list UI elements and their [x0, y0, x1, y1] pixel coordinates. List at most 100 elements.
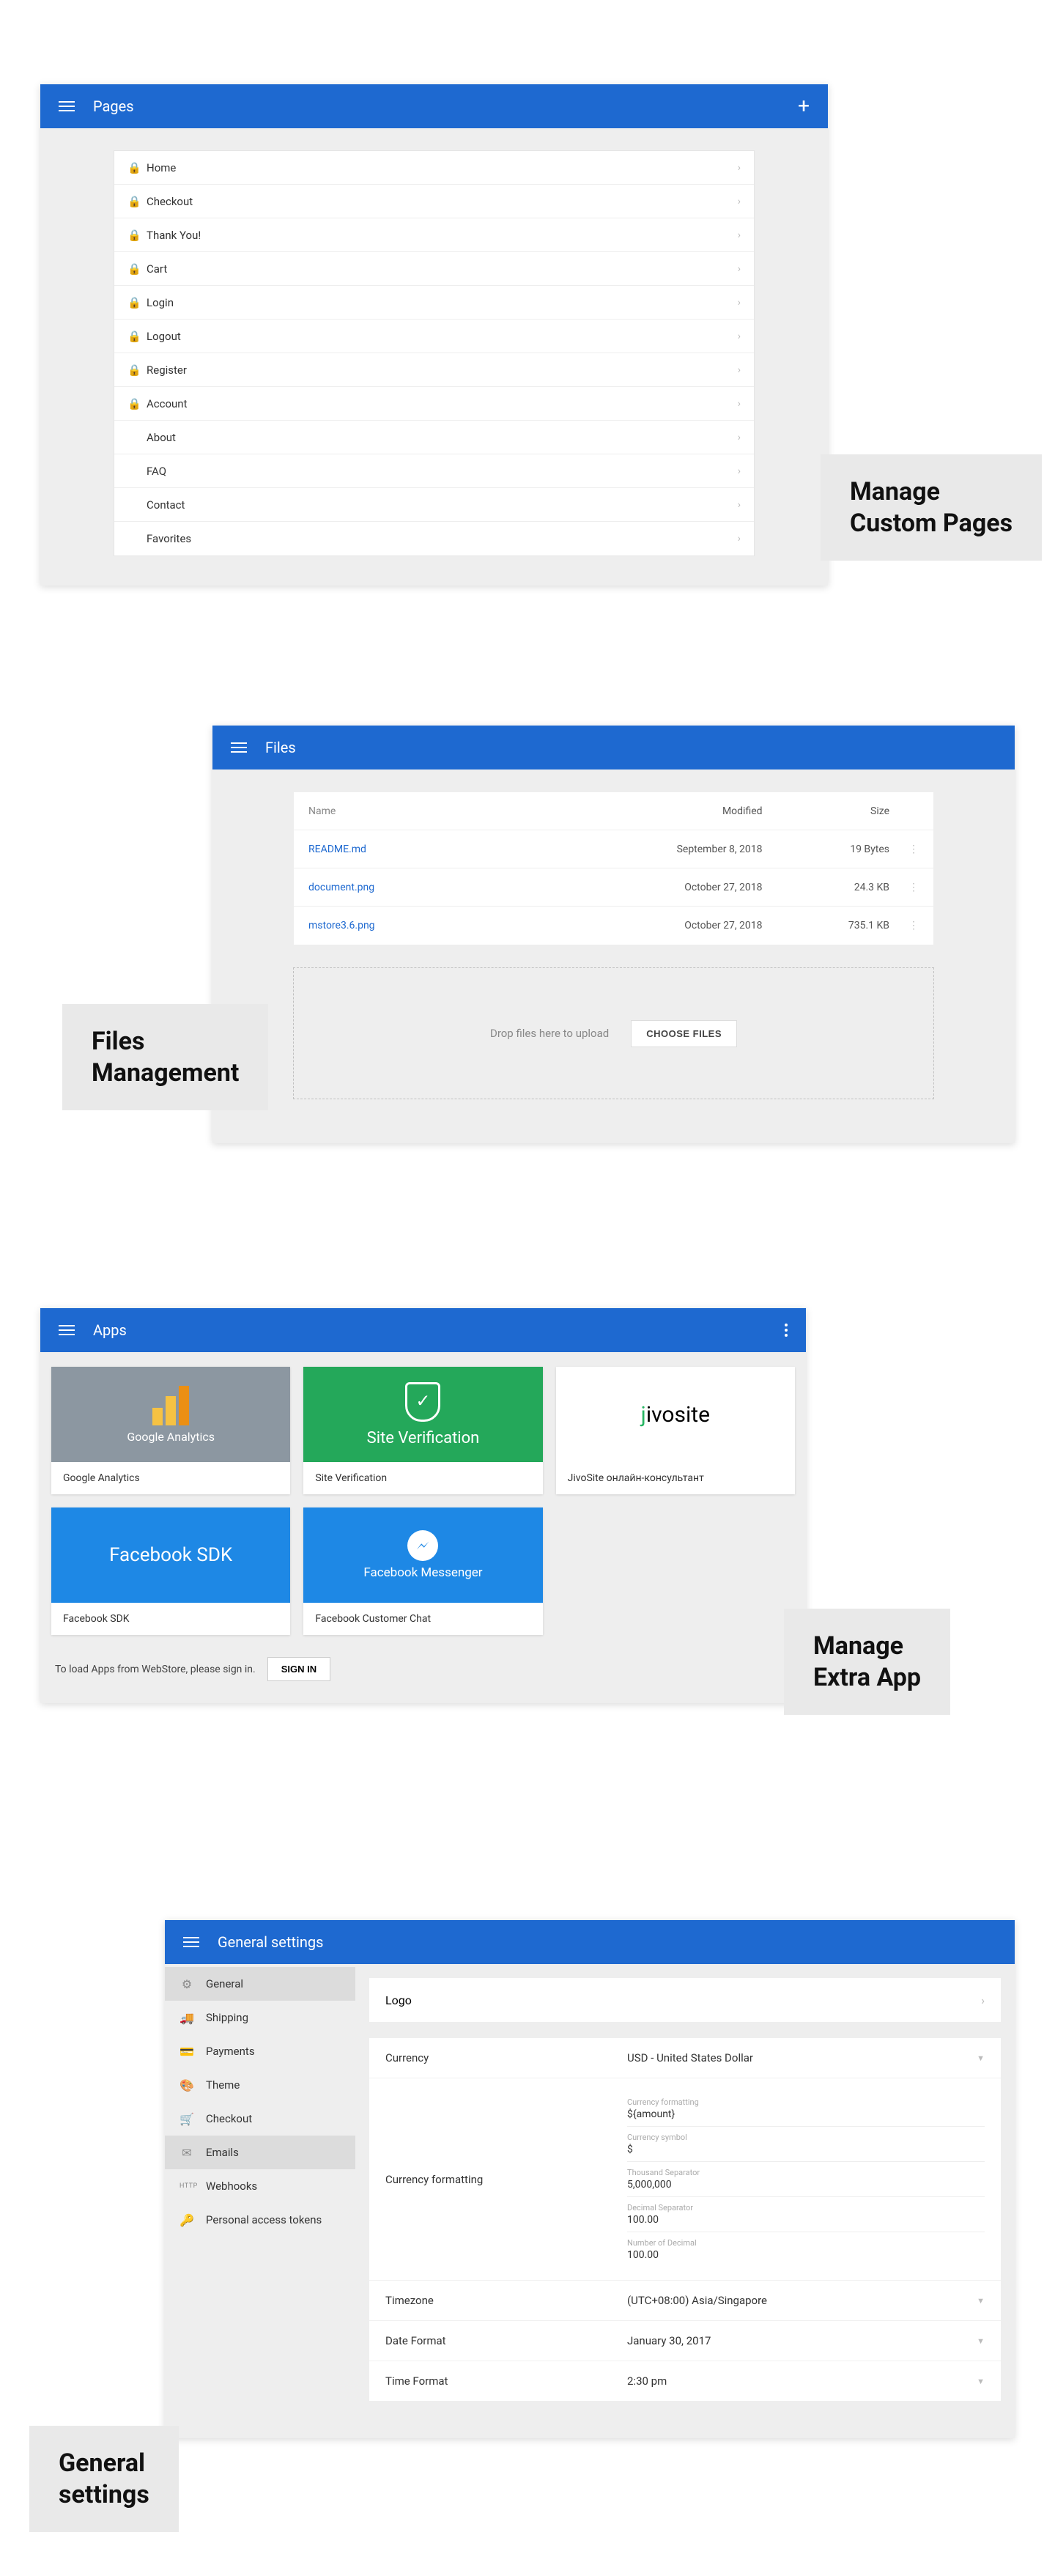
- file-more-icon[interactable]: ⋮: [889, 844, 919, 855]
- app-card-site-verification[interactable]: Site Verification Site Verification: [303, 1367, 542, 1494]
- file-name-link[interactable]: README.md: [308, 844, 581, 855]
- app-card-facebook-messenger[interactable]: Facebook Messenger Facebook Customer Cha…: [303, 1507, 542, 1635]
- app-caption: Facebook SDK: [51, 1603, 290, 1635]
- page-row[interactable]: 🔒Home›: [114, 151, 754, 185]
- nav-item-general[interactable]: ⚙ General: [165, 1967, 355, 2001]
- file-name-link[interactable]: mstore3.6.png: [308, 920, 581, 931]
- col-name: Name: [308, 805, 581, 817]
- payments-icon: 💳: [179, 2045, 194, 2059]
- chevron-right-icon: ›: [738, 533, 741, 545]
- general-icon: ⚙: [179, 1977, 194, 1991]
- lock-icon: 🔒: [127, 262, 147, 276]
- signin-button[interactable]: SIGN IN: [267, 1657, 330, 1681]
- app-card-facebook-sdk[interactable]: Facebook SDK Facebook SDK: [51, 1507, 290, 1635]
- logo-card: Logo ›: [369, 1977, 1002, 2023]
- cf-mini-label: Decimal Separator: [627, 2203, 985, 2213]
- page-name: Checkout: [147, 195, 738, 208]
- app-card-google-analytics[interactable]: Google Analytics Google Analytics: [51, 1367, 290, 1494]
- pages-title: Pages: [93, 97, 798, 115]
- files-table-header: Name Modified Size: [294, 792, 933, 830]
- file-name-link[interactable]: document.png: [308, 882, 581, 893]
- nav-item-tokens[interactable]: 🔑 Personal access tokens: [165, 2203, 355, 2237]
- nav-item-webhooks[interactable]: HTTPWebhooks: [165, 2169, 355, 2203]
- page-name: Register: [147, 363, 738, 377]
- menu-icon[interactable]: [59, 1325, 75, 1335]
- page-row[interactable]: FAQ›: [114, 454, 754, 488]
- cf-value: 100.00: [627, 2214, 985, 2226]
- dropdown-icon: ▼: [977, 2377, 985, 2386]
- chevron-right-icon: ›: [738, 162, 741, 174]
- page-name: Favorites: [147, 532, 738, 545]
- label-apps: ManageExtra App: [784, 1609, 950, 1715]
- dateformat-field[interactable]: Date Format January 30, 2017 ▼: [369, 2321, 1001, 2361]
- page-row[interactable]: 🔒Register›: [114, 353, 754, 387]
- chevron-right-icon: ›: [738, 196, 741, 207]
- page-row[interactable]: 🔒Logout›: [114, 320, 754, 353]
- timezone-field[interactable]: Timezone (UTC+08:00) Asia/Singapore ▼: [369, 2281, 1001, 2321]
- file-more-icon[interactable]: ⋮: [889, 882, 919, 893]
- nav-label: Payments: [206, 2045, 255, 2058]
- files-header: Files: [212, 726, 1015, 770]
- files-table: Name Modified Size README.mdSeptember 8,…: [293, 791, 934, 945]
- currency-format-item[interactable]: Thousand Separator5,000,000: [627, 2162, 985, 2197]
- currency-formatting-block: Currency formatting Currency formatting$…: [369, 2078, 1001, 2281]
- nav-label: General: [206, 1977, 243, 1990]
- app-caption: Google Analytics: [51, 1462, 290, 1494]
- shield-icon: Site Verification: [303, 1367, 542, 1462]
- drop-zone[interactable]: Drop files here to upload CHOOSE FILES: [293, 967, 934, 1099]
- nav-item-payments[interactable]: 💳 Payments: [165, 2034, 355, 2068]
- currency-field[interactable]: Currency USD - United States Dollar ▼: [369, 2038, 1001, 2078]
- file-row: document.pngOctober 27, 201824.3 KB⋮: [294, 868, 933, 907]
- file-more-icon[interactable]: ⋮: [889, 920, 919, 931]
- apps-panel: Apps Google Analytics Google Analytics S…: [40, 1308, 806, 1703]
- nav-item-emails[interactable]: ✉Emails: [165, 2136, 355, 2169]
- app-caption: JivoSite онлайн-консультант: [556, 1462, 795, 1494]
- pages-header: Pages +: [40, 84, 828, 128]
- tokens-icon: 🔑: [179, 2213, 194, 2227]
- cf-value: ${amount}: [627, 2108, 985, 2120]
- app-caption: Facebook Customer Chat: [303, 1603, 542, 1635]
- dropdown-icon: ▼: [977, 2053, 985, 2063]
- dropdown-icon: ▼: [977, 2296, 985, 2306]
- page-row[interactable]: 🔒Cart›: [114, 252, 754, 286]
- timeformat-field[interactable]: Time Format 2:30 pm ▼: [369, 2361, 1001, 2401]
- add-page-button[interactable]: +: [798, 96, 810, 117]
- nav-label: Emails: [206, 2146, 239, 2159]
- app-card-jivosite[interactable]: jivosite JivoSite онлайн-консультант: [556, 1367, 795, 1494]
- page-name: Cart: [147, 262, 738, 276]
- chevron-right-icon: ›: [738, 499, 741, 511]
- nav-label: Personal access tokens: [206, 2213, 322, 2226]
- menu-icon[interactable]: [183, 1937, 199, 1947]
- menu-icon[interactable]: [59, 101, 75, 111]
- lock-icon: 🔒: [127, 161, 147, 174]
- currency-format-item[interactable]: Currency symbol$: [627, 2127, 985, 2162]
- col-modified: Modified: [581, 805, 763, 817]
- page-row[interactable]: 🔒Checkout›: [114, 185, 754, 218]
- page-row[interactable]: Contact›: [114, 488, 754, 522]
- nav-item-shipping[interactable]: 🚚Shipping: [165, 2001, 355, 2034]
- nav-label: Webhooks: [206, 2180, 257, 2193]
- cf-value: $: [627, 2144, 985, 2155]
- settings-title: General settings: [218, 1933, 996, 1951]
- more-icon[interactable]: [785, 1324, 788, 1337]
- cf-mini-label: Number of Decimal: [627, 2238, 985, 2248]
- page-row[interactable]: 🔒Account›: [114, 387, 754, 421]
- page-row[interactable]: Favorites›: [114, 522, 754, 556]
- page-row[interactable]: 🔒Thank You!›: [114, 218, 754, 252]
- lock-icon: 🔒: [127, 195, 147, 208]
- nav-item-theme[interactable]: 🎨Theme: [165, 2068, 355, 2102]
- menu-icon[interactable]: [231, 742, 247, 753]
- page-row[interactable]: 🔒Login›: [114, 286, 754, 320]
- nav-item-checkout[interactable]: 🛒Checkout: [165, 2102, 355, 2136]
- page-row[interactable]: About›: [114, 421, 754, 454]
- settings-content: Logo › Currency USD - United States Doll…: [355, 1964, 1015, 2438]
- currency-format-item[interactable]: Currency formatting${amount}: [627, 2092, 985, 2127]
- currency-format-item[interactable]: Number of Decimal100.00: [627, 2232, 985, 2267]
- cf-mini-label: Thousand Separator: [627, 2168, 985, 2177]
- apps-header: Apps: [40, 1308, 806, 1352]
- label-files: FilesManagement: [62, 1004, 268, 1110]
- currency-format-item[interactable]: Decimal Separator100.00: [627, 2197, 985, 2232]
- logo-row[interactable]: Logo ›: [369, 1978, 1001, 2022]
- nav-label: Theme: [206, 2078, 240, 2092]
- choose-files-button[interactable]: CHOOSE FILES: [631, 1020, 737, 1047]
